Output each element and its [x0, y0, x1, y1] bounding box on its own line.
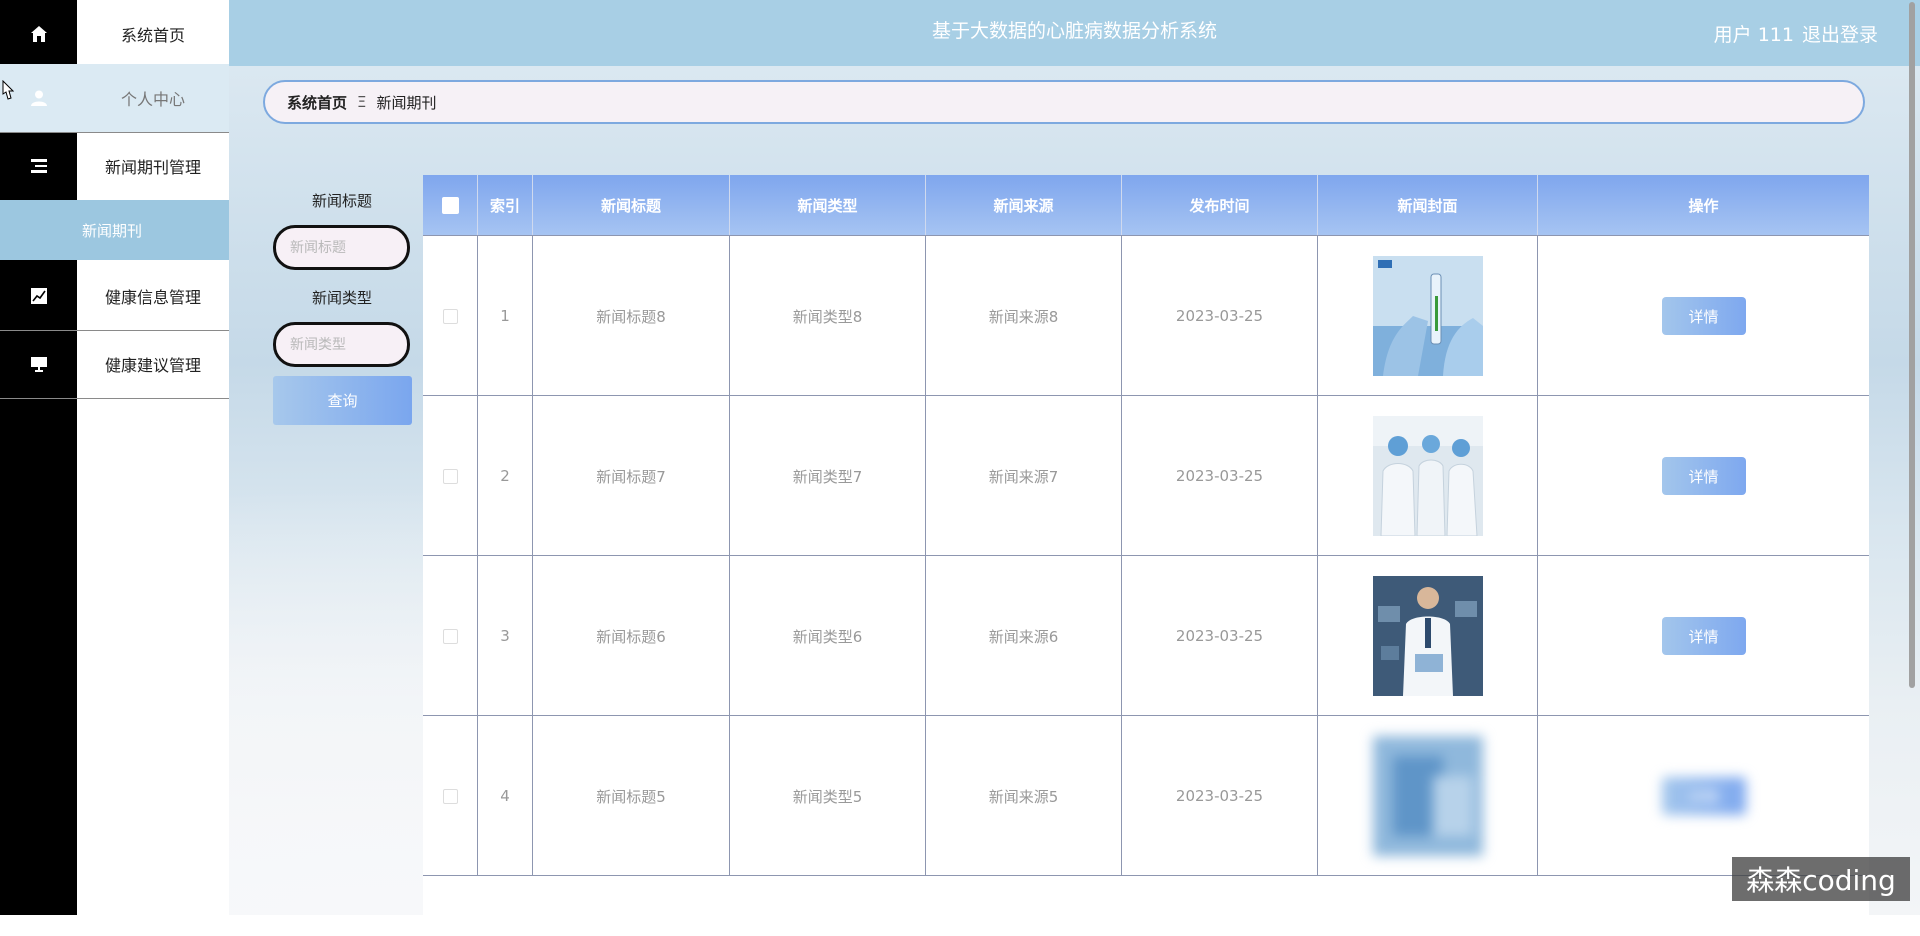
news-cover-image: [1372, 256, 1483, 376]
table-row: 3 新闻标题6 新闻类型6 新闻来源6 2023-03-25 详情: [423, 555, 1869, 716]
news-cover-image: [1372, 736, 1483, 856]
select-all-checkbox[interactable]: [441, 196, 459, 214]
query-button[interactable]: 查询: [273, 376, 412, 425]
sidebar-item-label: 系统首页: [120, 26, 185, 45]
user-label: 用户 111: [1713, 24, 1794, 46]
row-checkbox[interactable]: [442, 308, 458, 324]
column-header-index: 索引: [478, 175, 533, 235]
cell-source: 新闻来源8: [926, 236, 1122, 396]
cell-type: 新闻类型5: [730, 716, 926, 876]
cell-action: 详情: [1538, 396, 1869, 556]
cell-index: 4: [478, 716, 533, 876]
sidebar-item-health-info[interactable]: 健康信息管理: [0, 262, 229, 331]
breadcrumb: 系统首页 Ξ 新闻期刊: [263, 80, 1865, 124]
cell-cover: [1318, 236, 1538, 396]
cell-source: 新闻来源6: [926, 556, 1122, 716]
table-row-partial: [423, 875, 1869, 936]
top-header: 基于大数据的心脏病数据分析系统 用户 111 退出登录: [229, 0, 1920, 66]
cell-action: 详情: [1538, 556, 1869, 716]
column-header-date: 发布时间: [1122, 175, 1318, 235]
sidebar-item-label: 健康信息管理: [104, 288, 201, 307]
table-row: 1 新闻标题8 新闻类型8 新闻来源8 2023-03-25 详情: [423, 235, 1869, 396]
news-cover-image: [1372, 416, 1483, 536]
type-search-label: 新闻类型: [311, 289, 372, 307]
row-checkbox[interactable]: [442, 788, 458, 804]
row-select: [423, 236, 478, 396]
detail-button[interactable]: 详情: [1661, 297, 1746, 335]
cell-title: 新闻标题5: [533, 716, 730, 876]
cell-source: 新闻来源5: [926, 716, 1122, 876]
column-header-cover: 新闻封面: [1318, 175, 1538, 235]
cell-type: 新闻类型7: [730, 396, 926, 556]
cell-index: 1: [478, 236, 533, 396]
cell-title: 新闻标题7: [533, 396, 730, 556]
row-checkbox[interactable]: [442, 628, 458, 644]
sidebar-item-news-management[interactable]: 新闻期刊管理: [0, 132, 229, 201]
cell-title: 新闻标题8: [533, 236, 730, 396]
cell-date: 2023-03-25: [1122, 396, 1318, 556]
sidebar-item-health-advice[interactable]: 健康建议管理: [0, 330, 229, 399]
chart-icon: [0, 262, 77, 330]
row-select: [423, 556, 478, 716]
detail-button[interactable]: 详情: [1661, 777, 1746, 815]
sidebar-item-personal-center[interactable]: 个人中心: [0, 64, 229, 133]
logout-link[interactable]: 退出登录: [1802, 24, 1878, 46]
submenu-item-news-journal[interactable]: 新闻期刊: [0, 200, 229, 260]
row-select: [423, 716, 478, 876]
sidebar-item-label: 健康建议管理: [104, 356, 201, 375]
type-search-input[interactable]: [273, 322, 410, 367]
header-select-all: [423, 175, 478, 235]
home-icon: [0, 0, 77, 68]
cell-type: 新闻类型6: [730, 556, 926, 716]
app-title: 基于大数据的心脏病数据分析系统: [931, 20, 1217, 42]
cell-index: 3: [478, 556, 533, 716]
scrollbar-thumb[interactable]: [1909, 2, 1915, 688]
cell-cover: [1318, 556, 1538, 716]
page-scrollbar[interactable]: [1906, 0, 1918, 690]
sidebar-item-label: 新闻期刊管理: [104, 158, 201, 177]
news-cover-image: [1372, 576, 1483, 696]
table-header: 索引 新闻标题 新闻类型 新闻来源 发布时间 新闻封面 操作: [423, 175, 1869, 235]
column-header-source: 新闻来源: [926, 175, 1122, 235]
cell-source: 新闻来源7: [926, 396, 1122, 556]
column-header-title: 新闻标题: [533, 175, 730, 235]
sidebar-item-home[interactable]: 系统首页: [0, 0, 229, 69]
table-row: 4 新闻标题5 新闻类型5 新闻来源5 2023-03-25 详情: [423, 715, 1869, 876]
list-icon: [0, 132, 77, 200]
title-search-label: 新闻标题: [311, 192, 372, 210]
column-header-type: 新闻类型: [730, 175, 926, 235]
cell-title: 新闻标题6: [533, 556, 730, 716]
mouse-cursor-icon: [2, 80, 14, 100]
row-checkbox[interactable]: [442, 468, 458, 484]
title-search-input[interactable]: [273, 225, 410, 270]
watermark: 森森coding: [1732, 857, 1910, 901]
detail-button[interactable]: 详情: [1661, 617, 1746, 655]
sidebar-item-label: 个人中心: [77, 64, 229, 132]
detail-button[interactable]: 详情: [1661, 457, 1746, 495]
cell-date: 2023-03-25: [1122, 716, 1318, 876]
cell-cover: [1318, 716, 1538, 876]
cell-cover: [1318, 396, 1538, 556]
cell-action: 详情: [1538, 716, 1869, 876]
monitor-icon: [0, 330, 77, 398]
breadcrumb-home[interactable]: 系统首页: [287, 92, 347, 113]
row-select: [423, 396, 478, 556]
cell-date: 2023-03-25: [1122, 236, 1318, 396]
column-header-action: 操作: [1688, 196, 1719, 215]
breadcrumb-current: 新闻期刊: [376, 93, 437, 112]
cell-date: 2023-03-25: [1122, 556, 1318, 716]
cell-action: 详情: [1538, 236, 1869, 396]
user-area: 用户 111 退出登录: [1706, 20, 1878, 47]
cell-index: 2: [478, 396, 533, 556]
breadcrumb-separator: Ξ: [357, 93, 367, 111]
cell-type: 新闻类型8: [730, 236, 926, 396]
table-row: 2 新闻标题7 新闻类型7 新闻来源7 2023-03-25 详情: [423, 395, 1869, 556]
